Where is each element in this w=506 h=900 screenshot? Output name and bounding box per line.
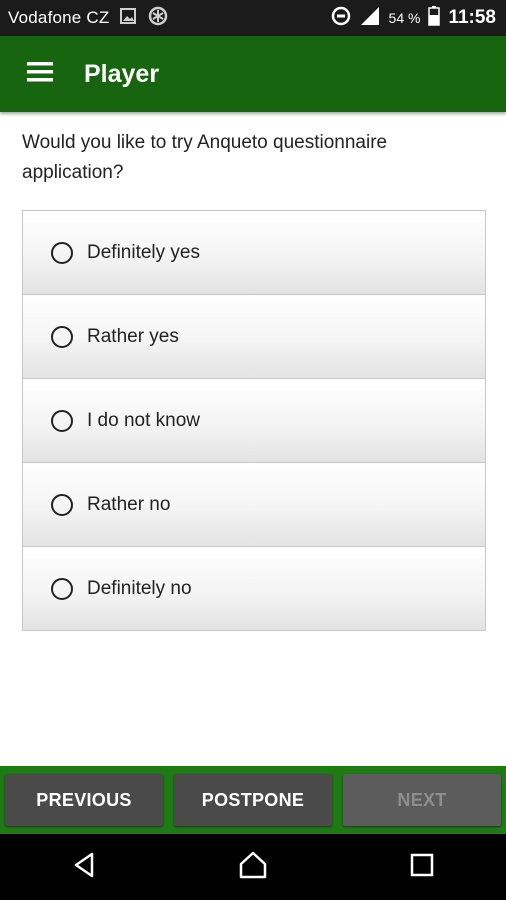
option-label: Rather yes (87, 325, 179, 347)
radio-button[interactable] (51, 493, 73, 516)
carrier-name: Vodafone CZ (8, 8, 110, 27)
status-right: 54 % 11:58 (331, 5, 506, 31)
option-label: I do not know (87, 409, 201, 431)
back-icon (72, 852, 96, 883)
recents-button[interactable] (392, 842, 452, 892)
home-button[interactable] (223, 842, 283, 892)
option-rather-no[interactable]: Rather no (23, 463, 485, 547)
answer-options: Definitely yes Rather yes I do not know … (22, 210, 486, 631)
status-left: Vodafone CZ (0, 5, 169, 32)
app-bar: Player (0, 36, 506, 112)
clock: 11:58 (448, 7, 496, 28)
status-bar: Vodafone CZ 54 % 11:58 (0, 0, 506, 36)
home-icon (238, 851, 268, 884)
question-text: Would you like to try Anqueto questionna… (22, 132, 388, 183)
hamburger-menu-icon (27, 61, 53, 87)
option-do-not-know[interactable]: I do not know (23, 379, 485, 463)
recents-icon (410, 853, 434, 882)
option-label: Definitely yes (87, 241, 200, 263)
radio-button[interactable] (51, 241, 73, 264)
image-icon (119, 7, 137, 30)
system-nav-bar (0, 834, 506, 900)
data-saver-icon (147, 5, 169, 32)
back-button[interactable] (54, 842, 114, 892)
screen: Vodafone CZ 54 % 11:58 Player Would you … (0, 0, 506, 900)
next-button[interactable]: NEXT (343, 774, 501, 826)
option-rather-yes[interactable]: Rather yes (23, 295, 485, 379)
do-not-disturb-icon (331, 6, 351, 31)
battery-icon (428, 5, 441, 31)
button-bar: PREVIOUS POSTPONE NEXT (0, 766, 506, 834)
postpone-button[interactable]: POSTPONE (174, 774, 332, 826)
menu-button[interactable] (0, 36, 80, 112)
radio-button[interactable] (51, 409, 73, 432)
option-definitely-yes[interactable]: Definitely yes (23, 211, 485, 295)
signal-icon (359, 6, 381, 31)
battery-percent: 54 % (388, 10, 421, 26)
option-label: Rather no (87, 493, 171, 515)
option-label: Definitely no (87, 577, 192, 599)
radio-button[interactable] (51, 577, 73, 600)
option-definitely-no[interactable]: Definitely no (23, 547, 485, 630)
previous-button[interactable]: PREVIOUS (5, 774, 163, 826)
radio-button[interactable] (51, 325, 73, 348)
page-title: Player (84, 59, 160, 88)
